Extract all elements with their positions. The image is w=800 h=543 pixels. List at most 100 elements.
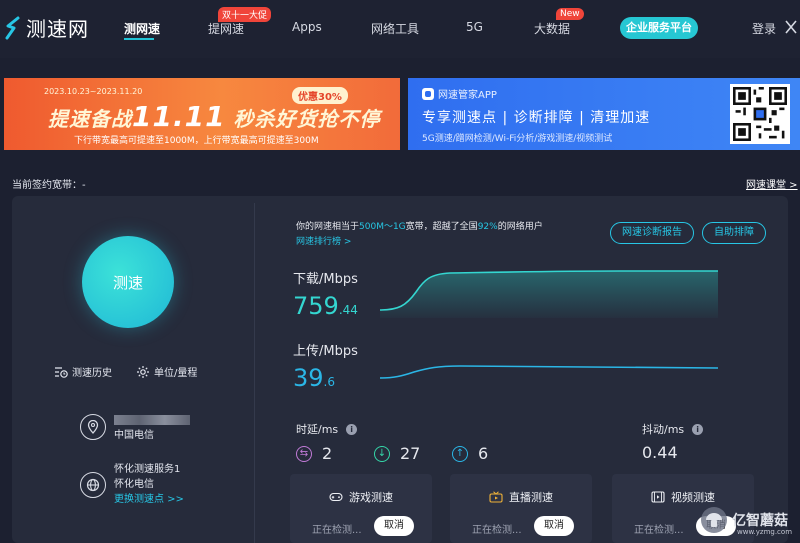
top-navigation: 测速网 测网速 双十一大促 提网速 Apps 网络工具 5G New 大数据 企…: [0, 0, 800, 58]
login-link[interactable]: 登录: [752, 20, 776, 37]
close-icon[interactable]: [784, 18, 798, 36]
video-test-title: 视频测速: [612, 489, 754, 505]
jitter-title-text: 抖动/ms: [642, 423, 685, 436]
discount-pill: 优惠30%: [292, 87, 348, 104]
live-test-label: 直播测速: [509, 491, 553, 504]
nav-apps[interactable]: Apps: [292, 20, 322, 34]
units-range-label: 单位/量程: [154, 368, 198, 379]
nav-test-speed[interactable]: 测网速: [124, 20, 160, 37]
game-test-label: 游戏测速: [349, 491, 393, 504]
game-test-title: 游戏测速: [290, 489, 432, 505]
swap-icon: ⇆: [296, 445, 312, 462]
promo-title-c: 秒杀好货抢不停: [233, 107, 381, 131]
latency-title-text: 时延/ms: [296, 423, 339, 436]
speed-course-link[interactable]: 网速课堂 >: [746, 176, 798, 191]
download-label: 下载/Mbps: [293, 272, 358, 287]
promo-title-b: 11.11: [132, 100, 226, 133]
app-banner-header: 网速管家APP: [422, 86, 497, 101]
test-history-label: 测速历史: [72, 368, 112, 379]
app-banner-name: 网速管家APP: [438, 90, 497, 101]
nav-5g[interactable]: 5G: [466, 20, 483, 34]
start-test-label: 测速: [112, 273, 143, 292]
server-node-name: 怀化测速服务1: [114, 464, 181, 475]
test-server-info: 怀化测速服务1 怀化电信 更换测速点 >>: [80, 462, 184, 507]
summary-prefix: 你的网速相当于: [296, 222, 360, 232]
video-test-status: 正在检测...: [634, 525, 684, 536]
jitter-title: 抖动/ms i: [642, 421, 704, 437]
globe-icon: [80, 472, 106, 498]
upload-label: 上传/Mbps: [293, 344, 358, 359]
qr-code-icon: [730, 84, 790, 144]
test-history-button[interactable]: 测速历史: [54, 364, 112, 379]
app-icon: [422, 87, 434, 100]
watermark-text: 亿智蘑菇: [732, 513, 788, 529]
arrow-up-icon: ↑: [452, 445, 468, 462]
masked-ip: [114, 415, 190, 425]
promo-title: 提速备战11.11 秒杀好货抢不停: [48, 100, 381, 133]
enterprise-platform-button[interactable]: 企业服务平台: [620, 17, 698, 39]
live-test-card: 直播测速 正在检测... 取消: [450, 474, 592, 543]
latency-download-value: 27: [400, 444, 421, 463]
upload-speed-graph: [380, 365, 719, 379]
jitter-value: 0.44: [642, 443, 678, 462]
game-test-status: 正在检测...: [312, 525, 362, 536]
history-icon: [55, 366, 68, 378]
video-icon: [651, 491, 665, 503]
nav-network-tools[interactable]: 网络工具: [371, 20, 419, 37]
game-cancel-button[interactable]: 取消: [374, 516, 414, 536]
latency-upload: ↑ 6: [452, 444, 488, 463]
location-pin-icon: [80, 414, 106, 440]
diagnosis-report-button[interactable]: 网速诊断报告: [610, 222, 694, 244]
gamepad-icon: [329, 492, 343, 502]
latency-info-icon[interactable]: i: [346, 423, 358, 435]
live-cancel-button[interactable]: 取消: [534, 516, 574, 536]
arrow-down-icon: ↓: [374, 445, 390, 462]
summary-suffix: 的网络用户: [497, 222, 543, 232]
download-value: 759.44: [293, 292, 358, 320]
troubleshoot-button[interactable]: 自助排障: [702, 222, 766, 244]
start-test-button[interactable]: 测速: [82, 236, 174, 328]
change-server-link[interactable]: 更换测速点 >>: [114, 492, 184, 507]
live-test-title: 直播测速: [450, 489, 592, 505]
app-banner-title: 专享测速点 | 诊断排障 | 清理加速: [422, 110, 651, 126]
download-int: 759: [293, 292, 339, 320]
latency-idle: ⇆ 2: [296, 444, 332, 463]
jitter-info-icon[interactable]: i: [692, 423, 704, 435]
app-banner[interactable]: 网速管家APP 专享测速点 | 诊断排障 | 清理加速 5G测速/蹭网检测/Wi…: [408, 78, 800, 150]
latency-title: 时延/ms i: [296, 421, 358, 437]
nav-active-indicator: [124, 38, 154, 40]
promo-banner[interactable]: 2023.10.23~2023.11.20 提速备战11.11 秒杀好货抢不停 …: [4, 78, 400, 150]
live-test-status: 正在检测...: [472, 525, 522, 536]
download-speed-graph: [380, 270, 718, 318]
summary-range: 500M～1G: [359, 222, 406, 232]
game-test-card: 游戏测速 正在检测... 取消: [290, 474, 432, 543]
speed-ranking-link[interactable]: 网速排行榜 >: [296, 234, 351, 247]
download-frac: .44: [338, 303, 358, 317]
watermark-site: www.yzmg.com: [737, 528, 793, 536]
watermark-mushroom-icon: [701, 507, 727, 533]
promo-date: 2023.10.23~2023.11.20: [44, 87, 143, 96]
app-name: 测速网: [26, 17, 89, 41]
latency-download: ↓ 27: [374, 444, 420, 463]
promo-subtitle: 下行带宽最高可提速至1000M，上行带宽最高可提速至300M: [74, 136, 319, 146]
app-banner-subtitle: 5G测速/蹭网检测/Wi-Fi分析/游戏测速/视频测试: [422, 134, 613, 144]
upload-frac: .6: [323, 375, 335, 389]
video-test-label: 视频测速: [671, 491, 715, 504]
latency-idle-value: 2: [322, 444, 333, 463]
latency-upload-value: 6: [478, 444, 489, 463]
speed-summary: 你的网速相当于500M～1G宽带，超越了全国92%的网络用户: [296, 219, 543, 232]
logo[interactable]: 测速网: [4, 13, 89, 42]
promo-title-a: 提速备战: [48, 107, 132, 131]
upload-value: 39.6: [293, 364, 335, 392]
tv-icon: [489, 491, 503, 503]
logo-icon: [5, 16, 20, 39]
isp-info: 中国电信: [80, 414, 190, 443]
units-range-button[interactable]: 单位/量程: [136, 364, 197, 379]
nav-boost-speed[interactable]: 提网速: [208, 20, 244, 37]
nav-big-data[interactable]: 大数据: [534, 20, 570, 37]
summary-mid: 宽带，超越了全国: [405, 222, 478, 232]
upload-int: 39: [293, 364, 324, 392]
summary-percent: 92%: [477, 222, 498, 232]
panel-divider: [254, 203, 255, 543]
contract-bandwidth: 当前签约宽带：-: [12, 180, 86, 191]
